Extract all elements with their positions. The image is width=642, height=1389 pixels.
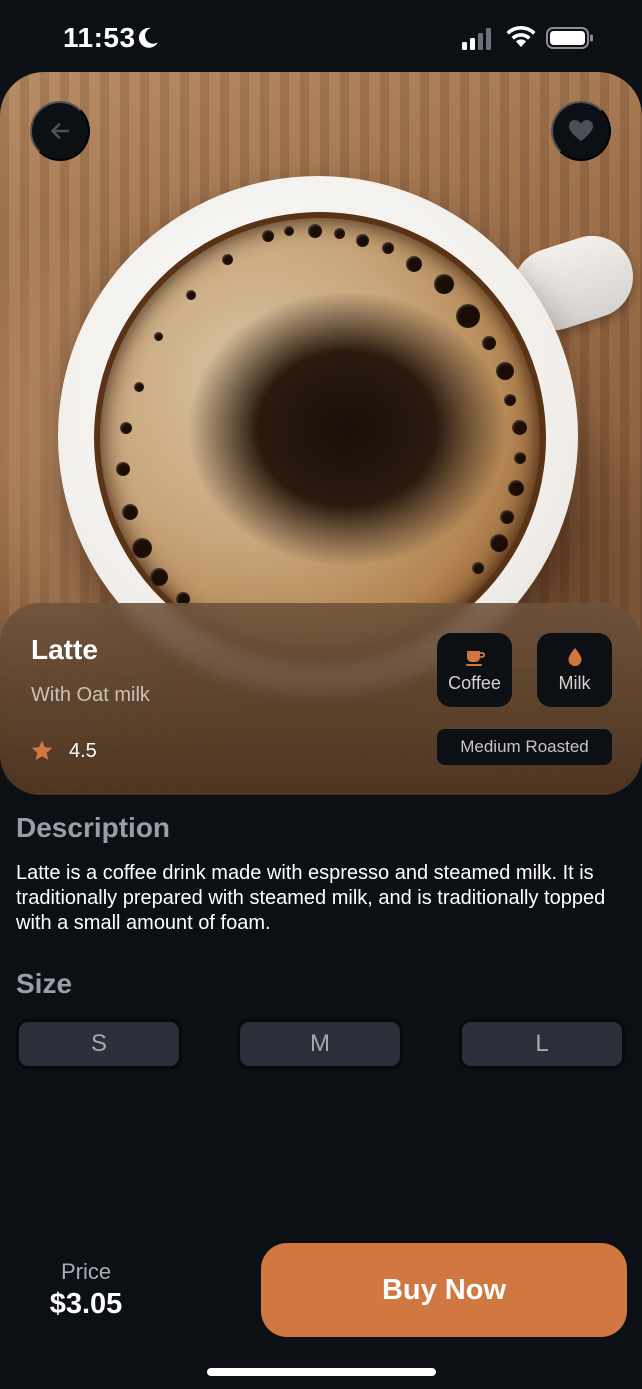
roast-badge: Medium Roasted (437, 729, 612, 765)
description-text: Latte is a coffee drink made with espres… (16, 862, 606, 934)
foam-bubble (150, 568, 168, 586)
foam-bubble (504, 394, 516, 406)
foam-bubble (262, 230, 274, 242)
status-bar: 11:53 (0, 0, 642, 72)
product-detail-screen: 11:53 Latte With Oat milk 4.5 Coffee Mil… (0, 0, 642, 1389)
foam-bubble (154, 332, 163, 341)
foam-bubble (134, 382, 144, 392)
foam-bubble (120, 422, 132, 434)
foam-bubble (382, 242, 394, 254)
feature-chip-milk: Milk (537, 633, 612, 707)
arrow-left-icon (51, 123, 70, 139)
signal-icon (462, 28, 491, 50)
size-option-l[interactable]: L (459, 1019, 625, 1069)
star-icon (31, 740, 53, 760)
foam-bubble (132, 538, 152, 558)
feature-label: Coffee (448, 673, 501, 693)
foam-bubble (122, 504, 138, 520)
foam-bubble (456, 304, 480, 328)
heart-icon (569, 120, 593, 141)
wifi-icon (506, 25, 536, 47)
foam-bubble (334, 228, 345, 239)
home-indicator (207, 1368, 436, 1376)
foam-bubble (490, 534, 508, 552)
milk-drop-icon (568, 648, 581, 666)
size-heading: Size (16, 968, 73, 999)
foam-bubble (508, 480, 524, 496)
feature-label: Milk (558, 673, 591, 693)
product-name: Latte (31, 634, 98, 665)
foam-bubble (116, 462, 130, 476)
feature-chip-coffee: Coffee (437, 633, 512, 707)
status-time: 11:53 (63, 22, 136, 53)
foam-bubble (514, 452, 526, 464)
moon-icon (138, 27, 158, 48)
foam-bubble (308, 224, 322, 238)
back-button[interactable] (30, 101, 90, 161)
size-option-s[interactable]: S (16, 1019, 182, 1069)
foam-bubble (482, 336, 496, 350)
product-subtitle: With Oat milk (31, 684, 150, 706)
foam-bubble (284, 226, 294, 236)
foam-bubble (222, 254, 233, 265)
foam-bubble (496, 362, 514, 380)
foam-bubble (356, 234, 369, 247)
size-option-m[interactable]: M (237, 1019, 403, 1069)
foam-bubble (500, 510, 514, 524)
rating-value: 4.5 (69, 740, 97, 762)
foam-bubble (186, 290, 196, 300)
price-value: $3.05 (49, 1288, 123, 1320)
foam-bubble (434, 274, 454, 294)
foam-bubble (472, 562, 484, 574)
price-label: Price (60, 1259, 112, 1284)
buy-now-button[interactable]: Buy Now (261, 1243, 627, 1337)
description-heading: Description (16, 812, 171, 843)
favorite-button[interactable] (551, 101, 611, 161)
coffee-cup-icon (465, 651, 485, 666)
battery-icon (546, 27, 593, 49)
foam-bubble (512, 420, 527, 435)
coffee-surface (94, 212, 546, 664)
foam-bubble (406, 256, 422, 272)
